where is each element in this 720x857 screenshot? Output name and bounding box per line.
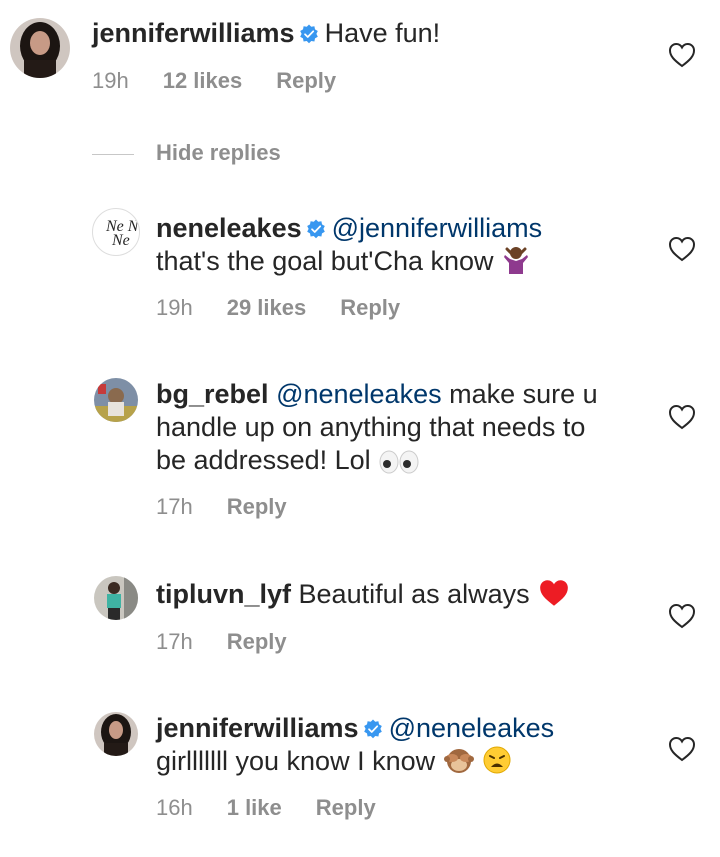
comment-meta: 19h 12 likes Reply (92, 68, 370, 94)
heart-outline-icon[interactable] (668, 236, 696, 262)
comment-body: bg_rebel @neneleakes make sure u handle … (156, 378, 636, 477)
svg-text:Ne: Ne (111, 232, 130, 249)
avatar[interactable] (94, 378, 138, 422)
timestamp: 17h (156, 629, 193, 654)
avatar[interactable] (10, 18, 70, 78)
timestamp: 16h (156, 795, 193, 820)
comment-meta: 17h Reply (156, 629, 321, 655)
mention-link[interactable]: @neneleakes (389, 713, 555, 743)
hide-replies-label: Hide replies (156, 140, 281, 165)
reply-button[interactable]: Reply (227, 629, 287, 654)
mention-link[interactable]: @neneleakes (276, 379, 442, 409)
comment-meta: 17h Reply (156, 494, 321, 520)
comment-body: jenniferwilliams Have fun! (92, 17, 592, 50)
comment-body: jenniferwilliams @neneleakes girlllllll yo… (156, 712, 656, 778)
comment-body: tipluvn_lyf Beautiful as always (156, 578, 656, 611)
verified-badge-icon (306, 219, 326, 239)
see-no-evil-monkey-emoji-icon (443, 749, 474, 773)
red-heart-emoji-icon (540, 580, 569, 606)
reply-button[interactable]: Reply (316, 795, 376, 820)
timestamp: 17h (156, 494, 193, 519)
divider-line (92, 153, 134, 155)
username[interactable]: jenniferwilliams (156, 713, 359, 743)
heart-outline-icon[interactable] (668, 42, 696, 68)
reply-button[interactable]: Reply (276, 68, 336, 93)
reply-button[interactable]: Reply (227, 494, 287, 519)
eyes-emoji-icon (379, 450, 419, 474)
comment-text-line-1: make sure u (449, 379, 598, 409)
verified-badge-icon (363, 719, 383, 739)
mention-link[interactable]: @jenniferwilliams (332, 213, 542, 243)
likes-count[interactable]: 29 likes (227, 295, 307, 320)
username[interactable]: neneleakes (156, 213, 302, 243)
username[interactable]: bg_rebel (156, 379, 269, 409)
shrug-emoji-icon (504, 247, 529, 274)
comment-text: girlllllll you know I know (156, 746, 436, 776)
timestamp: 19h (156, 295, 193, 320)
username[interactable]: tipluvn_lyf (156, 579, 291, 609)
likes-count[interactable]: 12 likes (163, 68, 243, 93)
comment-text: Have fun! (324, 18, 441, 48)
hide-replies-button[interactable]: Hide replies (92, 140, 281, 166)
comment-meta: 19h 29 likes Reply (156, 295, 434, 321)
weary-face-emoji-icon (483, 746, 511, 774)
comment-text-line-3: be addressed! Lol (156, 445, 371, 475)
avatar[interactable] (94, 576, 138, 620)
likes-count[interactable]: 1 like (227, 795, 282, 820)
comment-meta: 16h 1 like Reply (156, 795, 410, 821)
comment-text-line-2: handle up on anything that needs to (156, 412, 586, 442)
avatar[interactable] (94, 712, 138, 756)
timestamp: 19h (92, 68, 129, 93)
comment-text: that's the goal but'Cha know (156, 246, 494, 276)
avatar[interactable]: Ne Ne Ne (92, 208, 140, 256)
heart-outline-icon[interactable] (668, 736, 696, 762)
username[interactable]: jenniferwilliams (92, 18, 295, 48)
heart-outline-icon[interactable] (668, 404, 696, 430)
comment-body: neneleakes @jenniferwilliams that's the go… (156, 212, 656, 278)
reply-button[interactable]: Reply (340, 295, 400, 320)
heart-outline-icon[interactable] (668, 603, 696, 629)
verified-badge-icon (299, 24, 319, 44)
comment-text: Beautiful as always (298, 579, 530, 609)
